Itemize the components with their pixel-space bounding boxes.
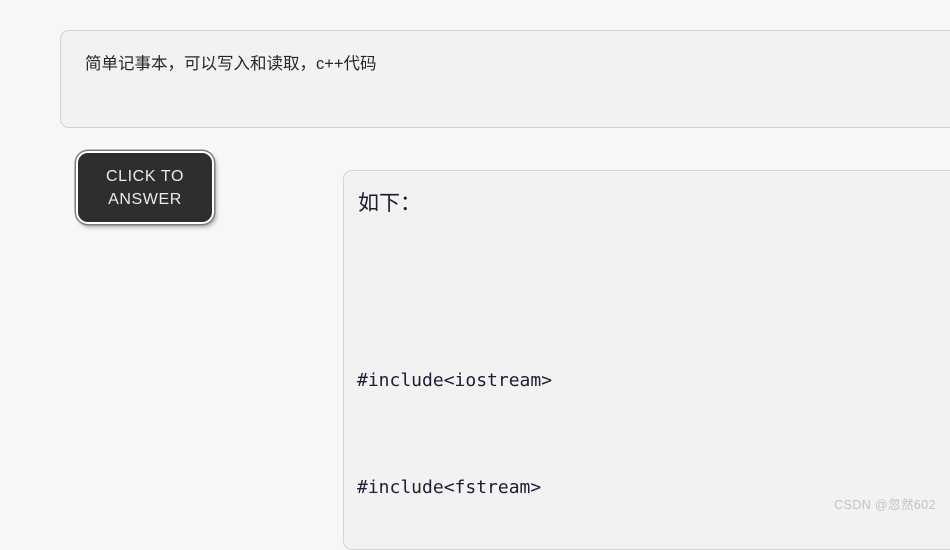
prompt-input-panel[interactable]: 简单记事本，可以写入和读取，c++代码 [60, 30, 950, 128]
answer-output-panel: 如下： #include<iostream> #include<fstream>… [343, 170, 950, 550]
answer-intro-text: 如下： [358, 191, 421, 215]
answer-button-label-line2: ANSWER [108, 190, 182, 208]
click-to-answer-button[interactable]: CLICK TO ANSWER [76, 151, 214, 224]
code-line: #include<iostream> [357, 370, 553, 391]
answer-button-label-line1: CLICK TO [105, 167, 184, 185]
code-block: #include<iostream> #include<fstream> #in… [357, 221, 950, 549]
code-line: #include<fstream> [357, 476, 542, 498]
prompt-text: 简单记事本，可以写入和读取，c++代码 [85, 55, 377, 73]
